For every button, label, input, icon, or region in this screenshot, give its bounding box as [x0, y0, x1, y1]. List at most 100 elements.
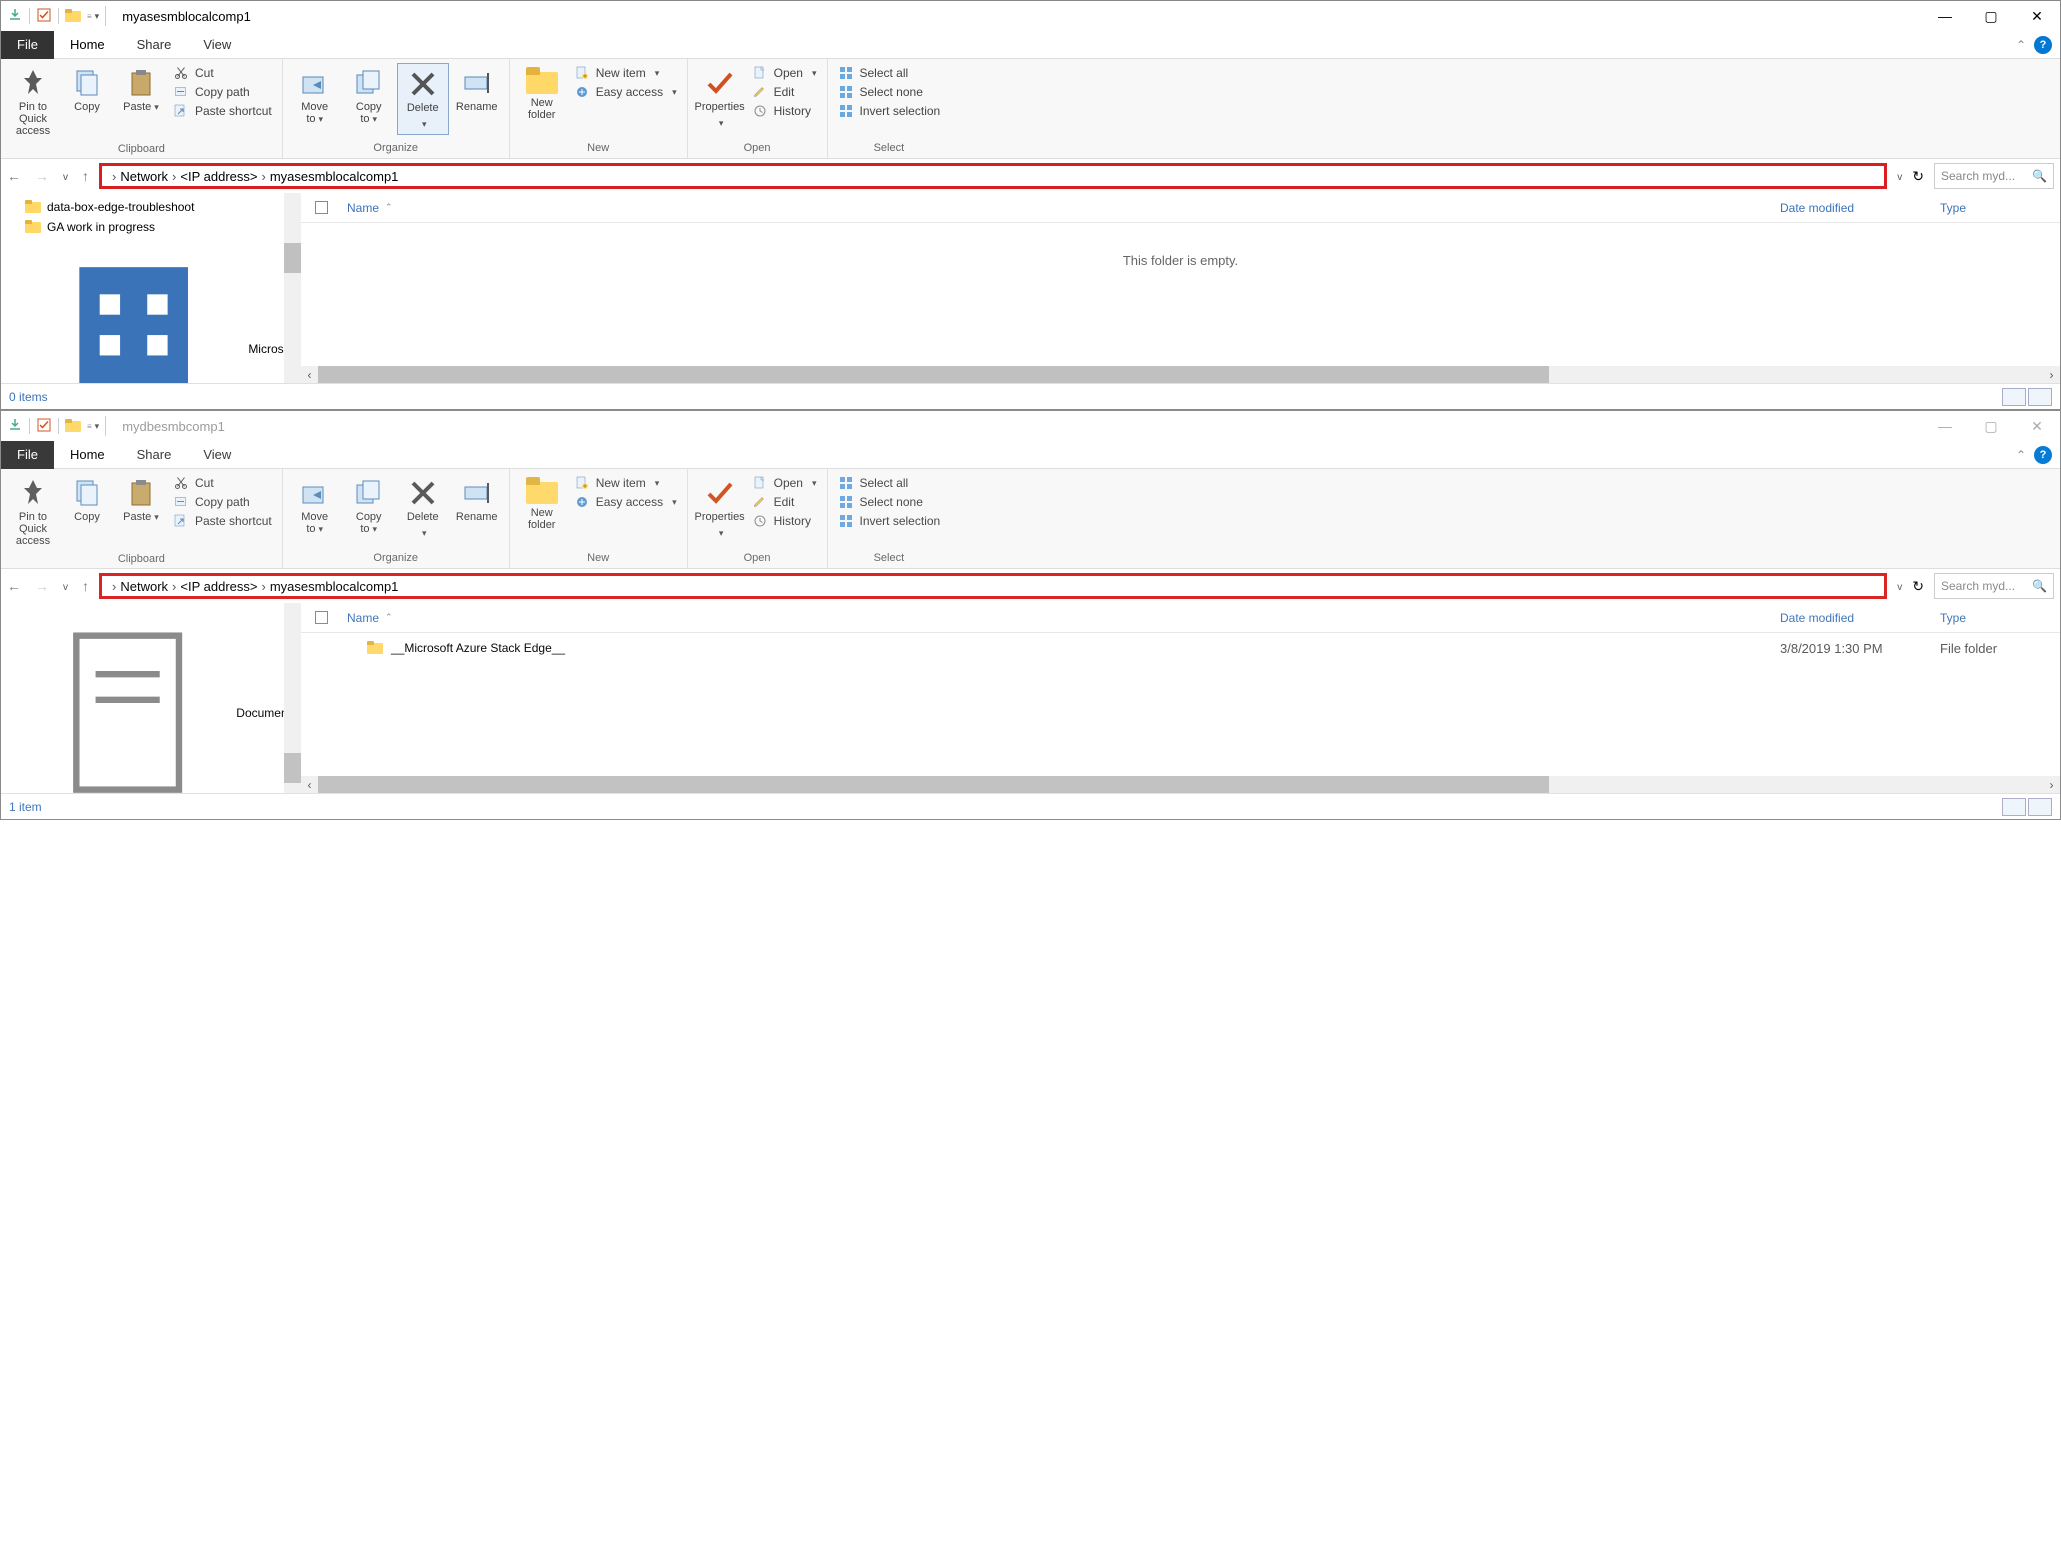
up-button[interactable]: ↑: [82, 578, 89, 594]
refresh-button[interactable]: ↻: [1912, 168, 1924, 185]
scroll-left-button[interactable]: ‹: [301, 776, 318, 793]
tab-share[interactable]: Share: [121, 441, 188, 469]
moveto-button[interactable]: Move to: [289, 473, 341, 539]
properties-button[interactable]: Properties: [694, 63, 746, 133]
history-button[interactable]: History: [752, 513, 817, 529]
column-headers[interactable]: Name ⌃ Date modified Type: [301, 603, 2060, 633]
tree-scrollbar[interactable]: [284, 193, 301, 383]
column-headers[interactable]: Name ⌃ Date modified Type: [301, 193, 2060, 223]
tree-item[interactable]: data-box-edge-troubleshoot: [5, 197, 301, 217]
selectall-button[interactable]: Select all: [838, 65, 941, 81]
breadcrumb-leaf[interactable]: myasesmblocalcomp1: [270, 169, 399, 184]
easyaccess-button[interactable]: Easy access: [574, 494, 677, 510]
close-button[interactable]: ✕: [2014, 411, 2060, 441]
delete-button[interactable]: Delete: [397, 63, 449, 135]
tab-share[interactable]: Share: [121, 31, 188, 59]
col-type[interactable]: Type: [1940, 611, 2060, 625]
tab-file[interactable]: File: [1, 31, 54, 59]
minimize-button[interactable]: —: [1922, 411, 1968, 441]
paste-button[interactable]: Paste: [115, 473, 167, 527]
delete-button[interactable]: Delete: [397, 473, 449, 543]
collapse-ribbon-icon[interactable]: ⌃: [2016, 448, 2026, 462]
breadcrumb-root[interactable]: Network: [120, 169, 168, 184]
refresh-button[interactable]: ↻: [1912, 578, 1924, 595]
back-button[interactable]: ←: [7, 168, 21, 184]
history-dropdown[interactable]: [63, 579, 68, 593]
address-dropdown[interactable]: [1897, 169, 1902, 183]
content-hscrollbar[interactable]: ‹ ›: [301, 776, 2060, 793]
easyaccess-button[interactable]: Easy access: [574, 84, 677, 100]
col-date[interactable]: Date modified: [1780, 611, 1940, 625]
scroll-right-button[interactable]: ›: [2043, 366, 2060, 383]
help-icon[interactable]: ?: [2034, 446, 2052, 464]
copypath-button[interactable]: Copy path: [173, 84, 272, 100]
qat-folder-icon[interactable]: [65, 419, 81, 433]
nav-tree[interactable]: DocumentsDownloadsMusicPicturesVideosOSD…: [1, 603, 301, 793]
history-button[interactable]: History: [752, 103, 817, 119]
history-dropdown[interactable]: [63, 169, 68, 183]
nav-tree[interactable]: data-box-edge-troubleshootGA work in pro…: [1, 193, 301, 383]
scroll-left-button[interactable]: ‹: [301, 366, 318, 383]
view-icons-button[interactable]: [2028, 798, 2052, 816]
qat-checkbox-icon[interactable]: [36, 417, 52, 436]
col-type[interactable]: Type: [1940, 201, 2060, 215]
rename-button[interactable]: Rename: [451, 63, 503, 117]
help-icon[interactable]: ?: [2034, 36, 2052, 54]
forward-button[interactable]: →: [35, 578, 49, 594]
copy-button[interactable]: Copy: [61, 473, 113, 527]
maximize-button[interactable]: ▢: [1968, 1, 2014, 31]
minimize-button[interactable]: —: [1922, 1, 1968, 31]
tree-scrollbar[interactable]: [284, 603, 301, 793]
copypath-button[interactable]: Copy path: [173, 494, 272, 510]
qat-caret-icon[interactable]: ≡: [87, 421, 99, 432]
invertselection-button[interactable]: Invert selection: [838, 513, 941, 529]
pasteshortcut-button[interactable]: Paste shortcut: [173, 103, 272, 119]
up-button[interactable]: ↑: [82, 168, 89, 184]
close-button[interactable]: ✕: [2014, 1, 2060, 31]
tree-item[interactable]: Documents: [5, 607, 301, 793]
open-button[interactable]: Open: [752, 475, 817, 491]
edit-button[interactable]: Edit: [752, 494, 817, 510]
content-hscrollbar[interactable]: ‹ ›: [301, 366, 2060, 383]
selectnone-button[interactable]: Select none: [838, 494, 941, 510]
copyto-button[interactable]: Copy to: [343, 63, 395, 129]
breadcrumb-root[interactable]: Network: [120, 579, 168, 594]
tree-item[interactable]: Microsoft: [5, 237, 301, 383]
file-row[interactable]: __Microsoft Azure Stack Edge__ 3/8/2019 …: [301, 633, 2060, 663]
select-all-checkbox[interactable]: [315, 611, 328, 624]
forward-button[interactable]: →: [35, 168, 49, 184]
pin-button[interactable]: Pin to Quick access: [7, 63, 59, 141]
cut-button[interactable]: Cut: [173, 475, 272, 491]
col-date[interactable]: Date modified: [1780, 201, 1940, 215]
moveto-button[interactable]: Move to: [289, 63, 341, 129]
address-bar[interactable]: Network <IP address> myasesmblocalcomp1: [99, 573, 1887, 599]
copyto-button[interactable]: Copy to: [343, 473, 395, 539]
select-all-checkbox[interactable]: [315, 201, 328, 214]
cut-button[interactable]: Cut: [173, 65, 272, 81]
maximize-button[interactable]: ▢: [1968, 411, 2014, 441]
col-name[interactable]: Name ⌃: [341, 611, 1780, 625]
qat-folder-icon[interactable]: [65, 9, 81, 23]
breadcrumb-leaf[interactable]: myasesmblocalcomp1: [270, 579, 399, 594]
tab-home[interactable]: Home: [54, 31, 121, 59]
selectall-button[interactable]: Select all: [838, 475, 941, 491]
col-name[interactable]: Name ⌃: [341, 201, 1780, 215]
tab-file[interactable]: File: [1, 441, 54, 469]
copy-button[interactable]: Copy: [61, 63, 113, 117]
newfolder-button[interactable]: New folder: [516, 63, 568, 125]
tab-home[interactable]: Home: [54, 441, 121, 469]
open-button[interactable]: Open: [752, 65, 817, 81]
search-input[interactable]: Search myd... 🔍: [1934, 163, 2054, 189]
tab-view[interactable]: View: [187, 31, 247, 59]
breadcrumb-ip[interactable]: <IP address>: [180, 169, 257, 184]
back-button[interactable]: ←: [7, 578, 21, 594]
search-input[interactable]: Search myd... 🔍: [1934, 573, 2054, 599]
paste-button[interactable]: Paste: [115, 63, 167, 117]
tab-view[interactable]: View: [187, 441, 247, 469]
qat-checkbox-icon[interactable]: [36, 7, 52, 26]
collapse-ribbon-icon[interactable]: ⌃: [2016, 38, 2026, 52]
properties-button[interactable]: Properties: [694, 473, 746, 543]
scroll-right-button[interactable]: ›: [2043, 776, 2060, 793]
newitem-button[interactable]: New item: [574, 475, 677, 491]
newitem-button[interactable]: New item: [574, 65, 677, 81]
